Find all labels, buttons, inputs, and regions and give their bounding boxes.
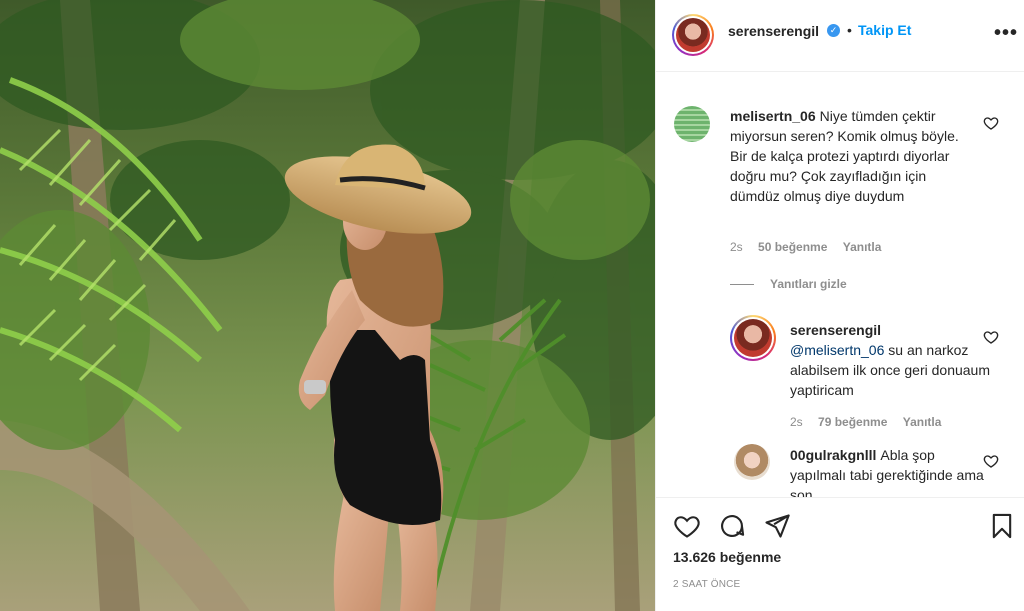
post-actions: 13.626 beğenme 2 SAAT ÖNCE	[656, 497, 1024, 611]
reply-reply-button[interactable]: Yanıtla	[903, 415, 942, 429]
save-bookmark-icon[interactable]	[988, 512, 1016, 540]
more-options-icon[interactable]: •••	[994, 22, 1018, 45]
comment-text: melisertn_06 Niye tümden çektir miyorsun …	[730, 106, 960, 206]
comment-username[interactable]: melisertn_06	[730, 108, 816, 124]
reply-text: serenserengil @melisertn_06 su an narkoz…	[790, 320, 990, 400]
post-panel: serenserengil ✓ • Takip Et ••• melisertn…	[655, 0, 1024, 611]
post-photo[interactable]	[0, 0, 655, 611]
reply-mention[interactable]: @melisertn_06	[790, 342, 884, 358]
reply-avatar[interactable]	[730, 315, 776, 361]
comments-list: melisertn_06 Niye tümden çektir miyorsun …	[656, 73, 1024, 497]
reply-meta: 2s 79 beğenme Yanıtla	[790, 415, 953, 429]
author-avatar[interactable]	[672, 14, 714, 56]
post-like-count[interactable]: 13.626 beğenme	[673, 549, 781, 565]
reply-like-count[interactable]: 79 beğenme	[818, 415, 887, 429]
comment-bubble-icon[interactable]	[718, 512, 746, 540]
post-timestamp: 2 SAAT ÖNCE	[673, 579, 741, 590]
comment-like-heart-icon[interactable]	[983, 115, 999, 131]
reply-avatar[interactable]	[734, 444, 770, 480]
reply-username[interactable]: serenserengil	[790, 322, 881, 338]
comment-avatar[interactable]	[674, 106, 710, 142]
share-paper-plane-icon[interactable]	[763, 512, 791, 540]
photo-illustration	[0, 0, 655, 611]
reply-like-heart-icon[interactable]	[983, 453, 999, 469]
post-header: serenserengil ✓ • Takip Et •••	[656, 0, 1024, 72]
reply-text: 00gulrakgnlll Abla şop yapılmalı tabi ger…	[790, 445, 990, 497]
comment-time: 2s	[730, 240, 743, 254]
separator-dot: •	[847, 22, 852, 38]
like-heart-icon[interactable]	[673, 512, 701, 540]
reply-like-heart-icon[interactable]	[983, 329, 999, 345]
hide-replies-label: Yanıtları gizle	[770, 277, 847, 291]
reply-username[interactable]: 00gulrakgnlll	[790, 447, 876, 463]
comment-reply-button[interactable]: Yanıtla	[843, 240, 882, 254]
author-username[interactable]: serenserengil	[728, 23, 819, 39]
follow-button[interactable]: Takip Et	[858, 22, 911, 38]
verified-badge-icon: ✓	[827, 24, 840, 37]
comment-meta: 2s 50 beğenme Yanıtla	[730, 240, 893, 254]
hide-replies-button[interactable]: Yanıtları gizle	[730, 277, 847, 291]
reply-time: 2s	[790, 415, 803, 429]
comment-like-count[interactable]: 50 beğenme	[758, 240, 827, 254]
hide-replies-line	[730, 284, 754, 286]
